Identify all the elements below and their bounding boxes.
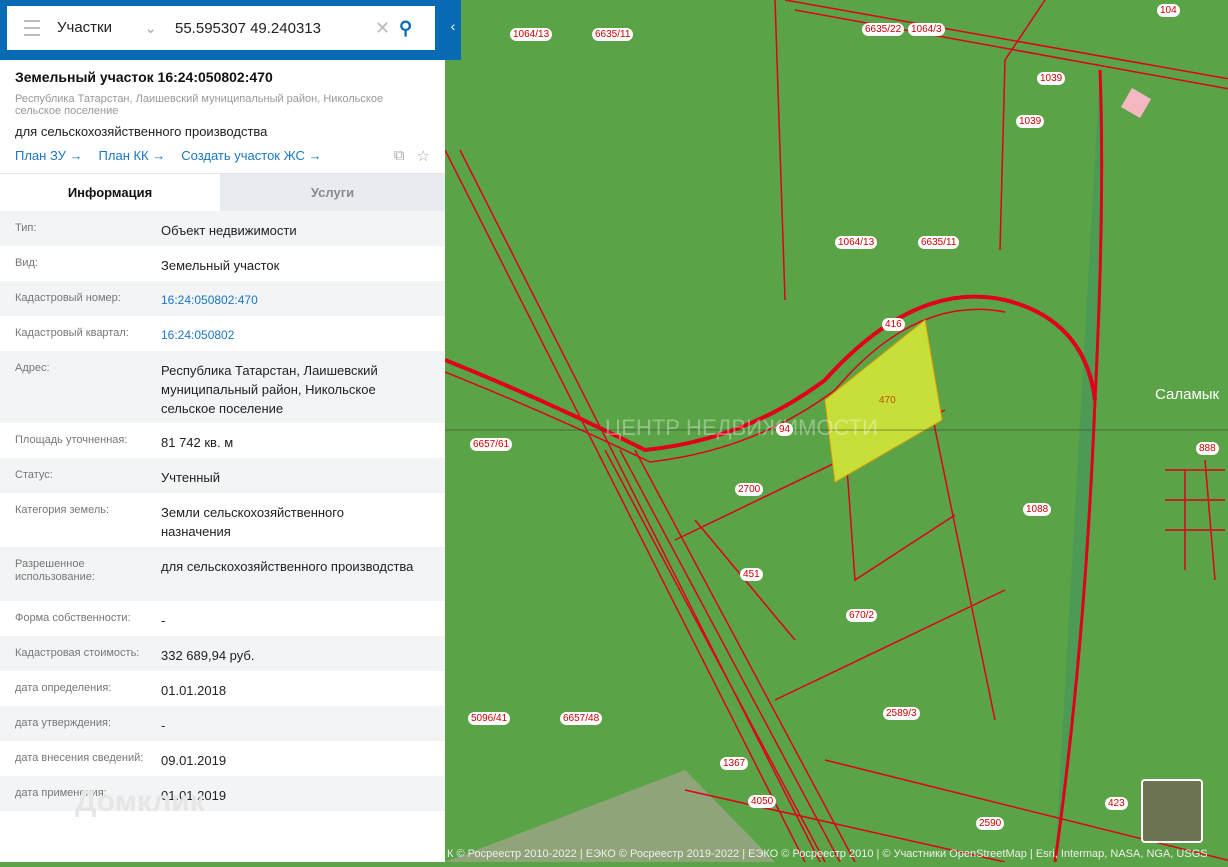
table-row: Форма собственности: - bbox=[0, 601, 445, 636]
info-panel: Участки ⌄ 55.595307 49.240313 ✕ ⚲ Земельн… bbox=[0, 0, 445, 862]
row-label: дата определения: bbox=[15, 682, 112, 694]
search-input[interactable]: 55.595307 49.240313 bbox=[167, 20, 375, 37]
row-label: Кадастровый номер: bbox=[15, 292, 121, 304]
row-label: Кадастровый квартал: bbox=[15, 327, 129, 339]
parcel-label[interactable]: 6657/61 bbox=[470, 438, 513, 451]
table-row: Кадастровый квартал: 16:24:050802 bbox=[0, 316, 445, 351]
row-value: 332 689,94 руб. bbox=[161, 648, 255, 663]
parcel-label[interactable]: 104 bbox=[1157, 4, 1180, 17]
row-label: Статус: bbox=[15, 469, 53, 481]
row-value[interactable]: 16:24:050802:470 bbox=[161, 291, 445, 316]
plan-zu-link[interactable]: План ЗУ → bbox=[15, 148, 83, 163]
parcel-label[interactable]: 1064/13 bbox=[835, 236, 878, 249]
parcel-label[interactable]: 1367 bbox=[720, 757, 749, 770]
parcel-label[interactable]: 94 bbox=[776, 423, 794, 436]
row-label: Категория земель: bbox=[15, 504, 110, 516]
parcel-label[interactable]: 470 bbox=[876, 394, 899, 407]
parcel-label[interactable]: 1064/13 bbox=[510, 28, 553, 41]
row-value: для сельскохозяйственного производства bbox=[161, 559, 414, 574]
parcel-label[interactable]: 4050 bbox=[748, 795, 777, 808]
table-row: Вид: Земельный участок bbox=[0, 246, 445, 281]
row-value: 81 742 кв. м bbox=[161, 435, 234, 450]
chevron-down-icon: ⌄ bbox=[144, 20, 157, 37]
table-row: Адрес: Республика Татарстан, Лаишевский м… bbox=[0, 351, 445, 423]
row-label: Адрес: bbox=[15, 362, 50, 374]
row-label: дата внесения сведений: bbox=[15, 752, 144, 764]
info-table: Тип: Объект недвижимости Вид: Земельный уча… bbox=[0, 211, 445, 811]
center-watermark: ЦЕНТР НЕДВИЖИМОСТИ bbox=[605, 415, 878, 440]
parcel-label[interactable]: 6657/48 bbox=[560, 712, 603, 725]
zoom-to-object-icon[interactable]: ⧉ bbox=[394, 147, 405, 165]
row-label: Разрешенное использование: bbox=[15, 558, 95, 583]
parcel-label[interactable]: 2590 bbox=[976, 817, 1005, 830]
row-value[interactable]: 16:24:050802 bbox=[161, 326, 445, 351]
parcel-label[interactable]: 1064/3 bbox=[908, 23, 945, 36]
row-value: - bbox=[161, 613, 166, 628]
row-label: Вид: bbox=[15, 257, 38, 269]
row-label: Тип: bbox=[15, 222, 37, 234]
category-select[interactable]: Участки ⌄ bbox=[57, 19, 167, 37]
category-value: Участки bbox=[57, 19, 112, 36]
search-icon[interactable]: ⚲ bbox=[399, 18, 435, 39]
table-row: Кадастровый номер: 16:24:050802:470 bbox=[0, 281, 445, 316]
map-canvas: ЦЕНТР НЕДВИЖИМОСТИ bbox=[444, 0, 1228, 863]
parcel-label[interactable]: 6635/11 bbox=[592, 28, 634, 41]
object-use: для сельскохозяйственного производства bbox=[15, 124, 268, 139]
table-row: дата утверждения: - bbox=[0, 706, 445, 741]
town-label: Саламык bbox=[1155, 386, 1220, 403]
basemap-switcher[interactable] bbox=[1141, 779, 1203, 843]
row-value: Республика Татарстан, Лаишевский муницип… bbox=[161, 363, 378, 416]
plan-kk-link[interactable]: План КК → bbox=[99, 148, 166, 163]
create-parcel-link[interactable]: Создать участок ЖС → bbox=[181, 148, 321, 163]
row-label: Площадь уточненная: bbox=[15, 434, 128, 446]
row-value: Земли сельскохозяйственного назначения bbox=[161, 505, 344, 539]
parcel-label[interactable]: 2700 bbox=[735, 483, 764, 496]
row-value: Учтенный bbox=[161, 470, 221, 485]
object-address: Республика Татарстан, Лаишевский муницип… bbox=[15, 93, 384, 117]
parcel-label[interactable]: 423 bbox=[1105, 797, 1128, 810]
collapse-panel-button[interactable]: ‹ bbox=[445, 0, 461, 60]
parcel-label[interactable]: 416 bbox=[882, 318, 905, 331]
parcel-label[interactable]: 6635/22 bbox=[862, 23, 905, 36]
domclick-watermark: Домклик bbox=[75, 785, 205, 818]
row-value: 09.01.2019 bbox=[161, 753, 227, 768]
tab-info[interactable]: Информация bbox=[0, 174, 220, 211]
parcel-label[interactable]: 1039 bbox=[1016, 115, 1045, 128]
parcel-label[interactable]: 5096/41 bbox=[468, 712, 511, 725]
table-row: дата определения: 01.01.2018 bbox=[0, 671, 445, 706]
table-row: Разрешенное использование: для сельскохоз… bbox=[0, 547, 445, 601]
star-icon[interactable]: ☆ bbox=[417, 147, 430, 165]
row-value: - bbox=[161, 718, 166, 733]
parcel-label[interactable]: 451 bbox=[740, 568, 763, 581]
close-icon[interactable]: ✕ bbox=[375, 18, 399, 39]
menu-icon[interactable] bbox=[7, 20, 57, 36]
map[interactable]: ЦЕНТР НЕДВИЖИМОСТИ 1064/13 6635/11 6635/22… bbox=[444, 0, 1228, 863]
parcel-label[interactable]: 1088 bbox=[1023, 503, 1052, 516]
parcel-label[interactable]: 888 bbox=[1196, 442, 1219, 455]
parcel-label[interactable]: 670/2 bbox=[846, 609, 878, 622]
row-value: Земельный участок bbox=[161, 258, 280, 273]
row-value: Объект недвижимости bbox=[161, 223, 297, 238]
row-label: Форма собственности: bbox=[15, 612, 131, 624]
parcel-label[interactable]: 1039 bbox=[1037, 72, 1066, 85]
map-attribution: К © Росреестр 2010-2022 | ЕЭКО © Росреес… bbox=[447, 848, 1208, 860]
parcel-label[interactable]: 6635/11 bbox=[918, 236, 960, 249]
search-box: Участки ⌄ 55.595307 49.240313 ✕ ⚲ bbox=[7, 6, 435, 50]
table-row: Тип: Объект недвижимости bbox=[0, 211, 445, 246]
tab-services[interactable]: Услуги bbox=[220, 174, 445, 211]
row-value: 01.01.2018 bbox=[161, 683, 227, 698]
parcel-label[interactable]: 2589/3 bbox=[883, 707, 920, 720]
object-title: Земельный участок 16:24:050802:470 bbox=[15, 69, 273, 85]
table-row: дата применения: 01.01.2019 bbox=[0, 776, 445, 811]
table-row: Площадь уточненная: 81 742 кв. м bbox=[0, 423, 445, 458]
search-bar: Участки ⌄ 55.595307 49.240313 ✕ ⚲ bbox=[0, 0, 445, 60]
table-row: Категория земель: Земли сельскохозяйствен… bbox=[0, 493, 445, 547]
row-label: дата утверждения: bbox=[15, 717, 112, 729]
table-row: дата внесения сведений: 09.01.2019 bbox=[0, 741, 445, 776]
table-row: Статус: Учтенный bbox=[0, 458, 445, 493]
row-label: Кадастровая стоимость: bbox=[15, 647, 140, 659]
table-row: Кадастровая стоимость: 332 689,94 руб. bbox=[0, 636, 445, 671]
